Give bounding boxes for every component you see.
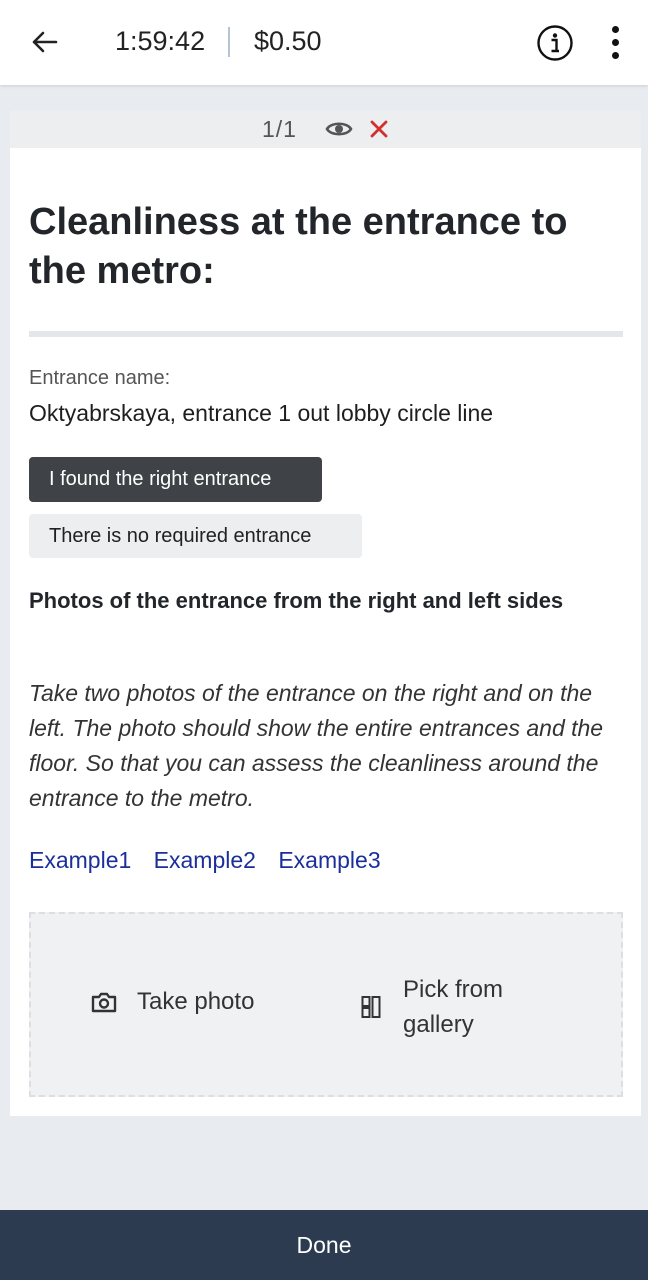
card-header: 1/1 [10,110,641,148]
photos-instructions: Take two photos of the entrance on the r… [29,680,604,811]
gallery-icon [361,996,381,1018]
timer: 1:59:42 [115,26,206,56]
example-link-3[interactable]: Example3 [278,847,380,873]
info-circle-icon [537,25,573,61]
done-button[interactable]: Done [0,1210,648,1280]
task-title: Cleanliness at the entrance to the metro… [29,201,568,292]
found-entrance-button[interactable]: I found the right entrance [29,457,322,502]
arrow-left-icon [32,31,58,53]
task-card: 1/1 Cleanliness at the entrance to the m… [10,110,641,1116]
reward-price: $0.50 [254,26,322,56]
entrance-name-label: Entrance name: [29,367,171,389]
example-link-2[interactable]: Example2 [154,847,256,873]
separator [228,27,230,57]
preview-button[interactable] [325,118,353,140]
example-link-1[interactable]: Example1 [29,847,131,873]
entrance-name-value: Oktyabrskaya, entrance 1 out lobby circl… [29,400,494,426]
take-photo-button[interactable]: Take photo [91,988,254,1016]
task-counter: 1/1 [262,116,297,142]
close-x-icon [370,120,388,138]
camera-icon [91,992,117,1013]
back-button[interactable] [26,24,62,60]
eye-icon [325,122,353,136]
pick-gallery-label: Pick from gallery [403,976,504,1038]
pick-gallery-button[interactable]: Pick from gallery [361,972,533,1042]
section-divider [29,331,623,337]
take-photo-label: Take photo [137,988,255,1015]
close-task-button[interactable] [367,117,391,141]
info-button[interactable] [536,24,574,62]
app-top-bar: 1:59:42 $0.50 [0,0,648,85]
photos-section-title: Photos of the entrance from the right an… [29,588,564,613]
more-options-button[interactable] [598,20,632,64]
no-entrance-button[interactable]: There is no required entrance [29,514,362,558]
done-label: Done [296,1231,352,1258]
photo-upload-area: Take photo Pick from gallery [29,912,623,1097]
more-vertical-icon [611,25,619,33]
examples-links: Example1 Example2 Example3 [29,847,397,874]
